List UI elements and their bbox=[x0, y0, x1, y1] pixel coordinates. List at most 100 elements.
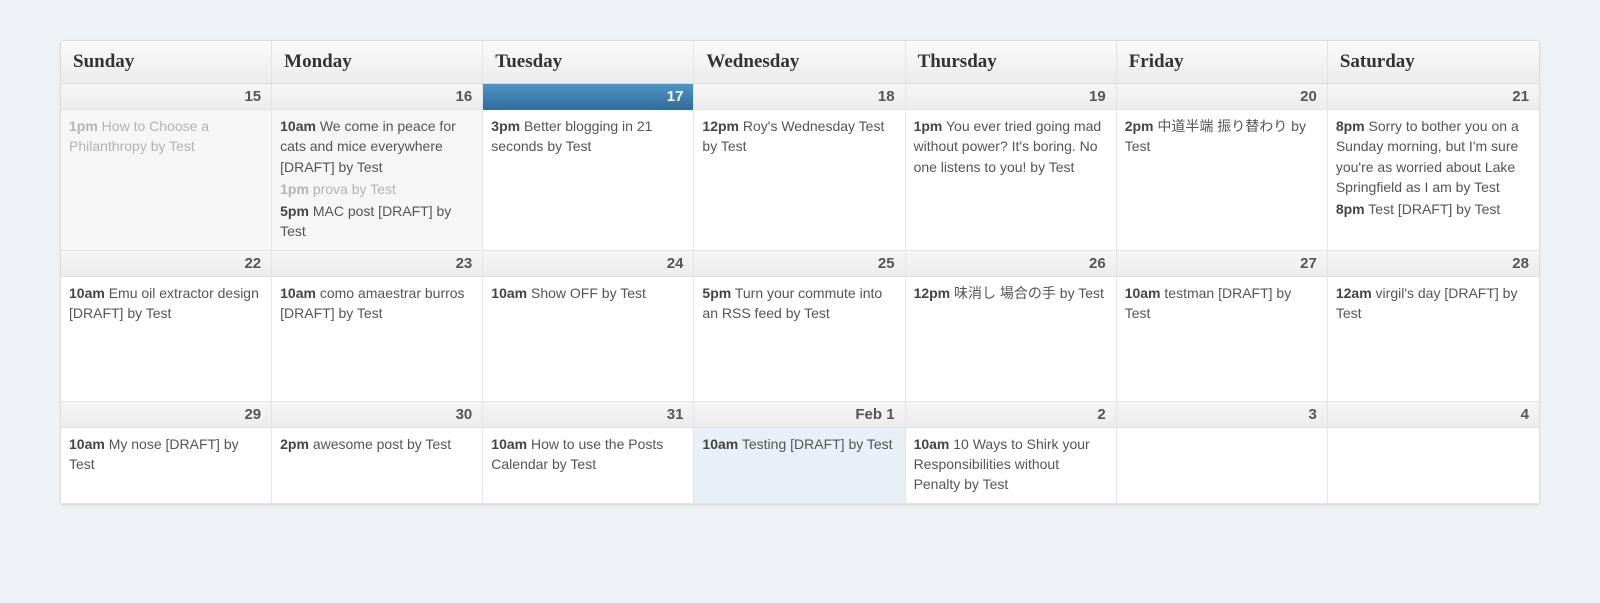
event-time: 5pm bbox=[702, 285, 731, 301]
calendar-day-cell[interactable]: 4 bbox=[1328, 402, 1539, 504]
posts-calendar: SundayMondayTuesdayWednesdayThursdayFrid… bbox=[60, 40, 1540, 505]
day-events: 12pm 味消し 場合の手 by Test bbox=[906, 277, 1116, 311]
weekday-header: Monday bbox=[272, 41, 483, 83]
calendar-event[interactable]: 1pm prova by Test bbox=[280, 179, 474, 199]
calendar-day-cell[interactable]: 2910am My nose [DRAFT] by Test bbox=[61, 402, 272, 504]
calendar-event[interactable]: 10am My nose [DRAFT] by Test bbox=[69, 434, 263, 475]
weekday-header-row: SundayMondayTuesdayWednesdayThursdayFrid… bbox=[61, 41, 1539, 84]
calendar-event[interactable]: 8pm Test [DRAFT] by Test bbox=[1336, 199, 1531, 219]
calendar-day-cell[interactable]: 24 10am Show OFF by Test bbox=[483, 251, 694, 402]
calendar-day-cell[interactable]: 27 10am testman [DRAFT] by Test bbox=[1117, 251, 1328, 402]
day-events: 10am We come in peace for cats and mice … bbox=[272, 110, 482, 250]
calendar-day-cell[interactable]: 1610am We come in peace for cats and mic… bbox=[272, 84, 483, 251]
calendar-day-cell[interactable]: 25 5pm Turn your commute into an RSS feed… bbox=[694, 251, 905, 402]
day-events: 10am 10 Ways to Shirk your Responsibilit… bbox=[906, 428, 1116, 503]
calendar-event[interactable]: 10am How to use the Posts Calendar by Te… bbox=[491, 434, 685, 475]
day-events: 1pm You ever tried going mad without pow… bbox=[906, 110, 1116, 185]
day-events: 10am Emu oil extractor design [DRAFT] by… bbox=[61, 277, 271, 332]
calendar-event[interactable]: 1pm How to Choose a Philanthropy by Test bbox=[69, 116, 263, 157]
day-number: 25 bbox=[694, 251, 904, 277]
day-events: 3pm Better blogging in 21 seconds by Tes… bbox=[483, 110, 693, 165]
day-number: 3 bbox=[1117, 402, 1327, 428]
calendar-event[interactable]: 10am testman [DRAFT] by Test bbox=[1125, 283, 1319, 324]
calendar-day-cell[interactable]: 19 1pm You ever tried going mad without p… bbox=[906, 84, 1117, 251]
day-number: 20 bbox=[1117, 84, 1327, 110]
calendar-day-cell[interactable]: 210am 10 Ways to Shirk your Responsibili… bbox=[906, 402, 1117, 504]
calendar-week-row: 22 10am Emu oil extractor design [DRAFT] … bbox=[61, 251, 1539, 402]
day-events: 12pm Roy's Wednesday Test by Test bbox=[694, 110, 904, 165]
weekday-header: Sunday bbox=[61, 41, 272, 83]
calendar-day-cell[interactable]: Feb 1 10am Testing [DRAFT] by Test bbox=[694, 402, 905, 504]
event-time: 2pm bbox=[1125, 118, 1154, 134]
event-time: 1pm bbox=[914, 118, 943, 134]
event-time: 10am bbox=[280, 118, 316, 134]
day-events bbox=[1328, 428, 1539, 440]
event-title: awesome post by Test bbox=[309, 436, 451, 452]
event-title: Test [DRAFT] by Test bbox=[1365, 201, 1501, 217]
calendar-event[interactable]: 12pm 味消し 場合の手 by Test bbox=[914, 283, 1108, 303]
weekday-header: Saturday bbox=[1328, 41, 1539, 83]
page-container: SundayMondayTuesdayWednesdayThursdayFrid… bbox=[0, 0, 1600, 603]
calendar-event[interactable]: 10am Emu oil extractor design [DRAFT] by… bbox=[69, 283, 263, 324]
day-number: 17 bbox=[483, 84, 693, 110]
day-number: 15 bbox=[61, 84, 271, 110]
event-time: 12am bbox=[1336, 285, 1372, 301]
event-time: 5pm bbox=[280, 203, 309, 219]
calendar-day-cell[interactable]: 1812pm Roy's Wednesday Test by Test bbox=[694, 84, 905, 251]
calendar-day-cell[interactable]: 22 10am Emu oil extractor design [DRAFT] … bbox=[61, 251, 272, 402]
calendar-day-cell[interactable]: 28 12am virgil's day [DRAFT] by Test bbox=[1328, 251, 1539, 402]
calendar-day-cell[interactable]: 3 bbox=[1117, 402, 1328, 504]
calendar-day-cell[interactable]: 20 2pm 中道半端 振り替わり by Test bbox=[1117, 84, 1328, 251]
calendar-day-cell[interactable]: 3110am How to use the Posts Calendar by … bbox=[483, 402, 694, 504]
calendar-day-cell[interactable]: 15 1pm How to Choose a Philanthropy by Te… bbox=[61, 84, 272, 251]
calendar-day-cell[interactable]: 17 3pm Better blogging in 21 seconds by T… bbox=[483, 84, 694, 251]
day-number: 4 bbox=[1328, 402, 1539, 428]
weekday-header: Wednesday bbox=[694, 41, 905, 83]
day-number: 28 bbox=[1328, 251, 1539, 277]
weekday-header: Thursday bbox=[906, 41, 1117, 83]
day-number: 30 bbox=[272, 402, 482, 428]
event-title: prova by Test bbox=[309, 181, 396, 197]
calendar-day-cell[interactable]: 218pm Sorry to bother you on a Sunday mo… bbox=[1328, 84, 1539, 251]
day-events: 8pm Sorry to bother you on a Sunday morn… bbox=[1328, 110, 1539, 227]
day-number: 24 bbox=[483, 251, 693, 277]
calendar-event[interactable]: 10am Show OFF by Test bbox=[491, 283, 685, 303]
calendar-event[interactable]: 12am virgil's day [DRAFT] by Test bbox=[1336, 283, 1531, 324]
calendar-event[interactable]: 5pm MAC post [DRAFT] by Test bbox=[280, 201, 474, 242]
calendar-event[interactable]: 10am We come in peace for cats and mice … bbox=[280, 116, 474, 177]
event-time: 10am bbox=[491, 436, 527, 452]
event-time: 10am bbox=[914, 436, 950, 452]
day-number: 19 bbox=[906, 84, 1116, 110]
day-events: 1pm How to Choose a Philanthropy by Test bbox=[61, 110, 271, 165]
day-events: 12am virgil's day [DRAFT] by Test bbox=[1328, 277, 1539, 332]
calendar-event[interactable]: 2pm 中道半端 振り替わり by Test bbox=[1125, 116, 1319, 157]
day-events: 10am My nose [DRAFT] by Test bbox=[61, 428, 271, 483]
event-title: Show OFF by Test bbox=[527, 285, 646, 301]
day-number: 22 bbox=[61, 251, 271, 277]
calendar-event[interactable]: 10am Testing [DRAFT] by Test bbox=[702, 434, 896, 454]
calendar-event[interactable]: 3pm Better blogging in 21 seconds by Tes… bbox=[491, 116, 685, 157]
event-time: 12pm bbox=[702, 118, 739, 134]
calendar-event[interactable]: 8pm Sorry to bother you on a Sunday morn… bbox=[1336, 116, 1531, 197]
day-number: 23 bbox=[272, 251, 482, 277]
day-number: 26 bbox=[906, 251, 1116, 277]
day-number: Feb 1 bbox=[694, 402, 904, 428]
calendar-day-cell[interactable]: 26 12pm 味消し 場合の手 by Test bbox=[906, 251, 1117, 402]
calendar-event[interactable]: 2pm awesome post by Test bbox=[280, 434, 474, 454]
calendar-day-cell[interactable]: 23 10am como amaestrar burros [DRAFT] by … bbox=[272, 251, 483, 402]
day-events: 5pm Turn your commute into an RSS feed b… bbox=[694, 277, 904, 332]
event-time: 8pm bbox=[1336, 118, 1365, 134]
event-title: Testing [DRAFT] by Test bbox=[738, 436, 892, 452]
calendar-event[interactable]: 12pm Roy's Wednesday Test by Test bbox=[702, 116, 896, 157]
event-time: 8pm bbox=[1336, 201, 1365, 217]
calendar-event[interactable]: 1pm You ever tried going mad without pow… bbox=[914, 116, 1108, 177]
calendar-event[interactable]: 10am 10 Ways to Shirk your Responsibilit… bbox=[914, 434, 1108, 495]
calendar-grid: 15 1pm How to Choose a Philanthropy by Te… bbox=[61, 84, 1539, 504]
event-time: 2pm bbox=[280, 436, 309, 452]
calendar-event[interactable]: 5pm Turn your commute into an RSS feed b… bbox=[702, 283, 896, 324]
event-time: 1pm bbox=[280, 181, 309, 197]
calendar-day-cell[interactable]: 30 2pm awesome post by Test bbox=[272, 402, 483, 504]
day-number: 27 bbox=[1117, 251, 1327, 277]
calendar-event[interactable]: 10am como amaestrar burros [DRAFT] by Te… bbox=[280, 283, 474, 324]
event-time: 10am bbox=[491, 285, 527, 301]
